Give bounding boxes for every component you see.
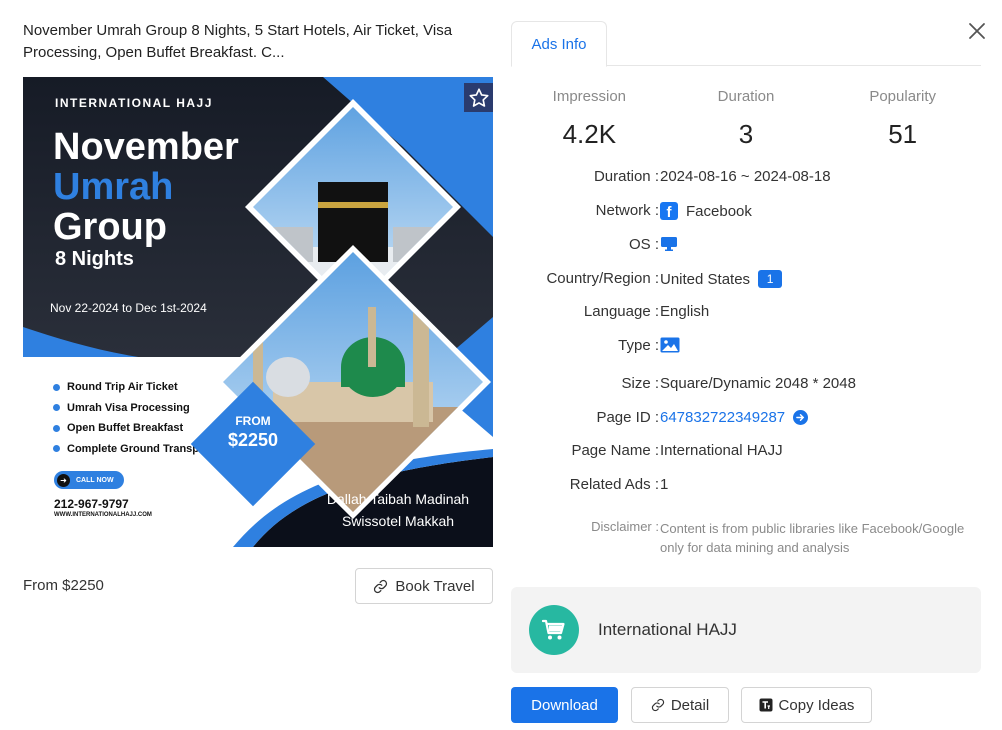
info-label: Duration : bbox=[593, 168, 659, 185]
info-label: Page Name : bbox=[571, 442, 659, 459]
avatar bbox=[529, 605, 579, 655]
stat-label: Duration bbox=[717, 88, 775, 105]
stat-impression: Impression 4.2K bbox=[511, 88, 668, 150]
arrow-right-circle-icon[interactable] bbox=[793, 410, 809, 425]
info-label: Type : bbox=[618, 337, 659, 354]
info-label: Language : bbox=[583, 303, 659, 320]
bullet-dot-icon bbox=[53, 424, 60, 432]
info-value: International HAJJ bbox=[660, 442, 783, 459]
info-label: Related Ads : bbox=[569, 476, 659, 493]
creative-bullet: Round Trip Air Ticket bbox=[53, 377, 214, 398]
creative-hotel-1: Dallah Taibah Madinah bbox=[326, 491, 470, 507]
bullet-dot-icon bbox=[53, 383, 60, 391]
network-value: Facebook bbox=[686, 202, 752, 220]
detail-button[interactable]: Detail bbox=[631, 687, 729, 723]
stat-value: 4.2K bbox=[562, 119, 617, 149]
monitor-icon bbox=[661, 237, 677, 251]
disclaimer-text: Content is from public libraries like Fa… bbox=[660, 521, 965, 555]
advertiser-card[interactable]: International HAJJ bbox=[511, 587, 981, 673]
info-label: Network : bbox=[595, 202, 659, 219]
price-text: From $2250 bbox=[23, 577, 104, 594]
creative-bullet: Umrah Visa Processing bbox=[53, 398, 214, 419]
info-label: Size : bbox=[621, 375, 659, 392]
text-box-icon bbox=[759, 698, 773, 712]
tab-ads-info[interactable]: Ads Info bbox=[511, 21, 607, 67]
creative-headline-3: Group bbox=[53, 206, 167, 248]
stats-row: Impression 4.2K Duration 3 Popularity 51 bbox=[511, 88, 981, 150]
creative-hotel-2: Swissotel Makkah bbox=[341, 513, 455, 529]
info-label: OS : bbox=[628, 236, 659, 253]
arrow-right-icon: ➜ bbox=[57, 473, 70, 487]
stat-value: 51 bbox=[888, 119, 918, 149]
creative-from-price: $2250 bbox=[227, 430, 279, 450]
creative-from-label: FROM bbox=[235, 414, 271, 428]
creative-bullet-list: Round Trip Air Ticket Umrah Visa Process… bbox=[53, 377, 214, 459]
shopping-cart-icon bbox=[542, 619, 565, 640]
creative-website: WWW.INTERNATIONALHAJJ.COM bbox=[54, 512, 152, 518]
bullet-dot-icon bbox=[53, 404, 60, 412]
page-id-link[interactable]: 647832722349287 bbox=[660, 409, 785, 426]
creative-headline-1: November bbox=[53, 126, 239, 168]
stat-duration: Duration 3 bbox=[668, 88, 825, 150]
book-travel-button[interactable]: Book Travel bbox=[355, 568, 493, 604]
bullet-dot-icon bbox=[53, 445, 60, 453]
creative-headline-2: Umrah bbox=[53, 166, 174, 208]
link-icon bbox=[651, 698, 664, 712]
info-label: Country/Region : bbox=[546, 270, 659, 287]
image-icon bbox=[660, 337, 680, 353]
info-value: Square/Dynamic 2048 * 2048 bbox=[660, 375, 856, 392]
favorite-star-button[interactable] bbox=[464, 83, 493, 112]
info-value: 1 bbox=[660, 476, 669, 493]
link-icon bbox=[374, 579, 388, 593]
copy-ideas-button[interactable]: Copy Ideas bbox=[741, 687, 872, 723]
creative-call-now-pill: ➜ CALL NOW bbox=[54, 471, 124, 489]
creative-phone: 212-967-9797 bbox=[54, 497, 129, 511]
creative-headline-4: 8 Nights bbox=[55, 248, 134, 270]
ad-title: November Umrah Group 8 Nights, 5 Start H… bbox=[23, 22, 453, 61]
stat-popularity: Popularity 51 bbox=[824, 88, 981, 150]
creative-brand: INTERNATIONAL HAJJ bbox=[55, 96, 213, 110]
tab-bar: Ads Info bbox=[511, 20, 981, 67]
facebook-icon: f bbox=[660, 202, 678, 220]
close-icon bbox=[969, 23, 985, 39]
stat-label: Popularity bbox=[869, 88, 937, 105]
ad-creative-image[interactable]: INTERNATIONAL HAJJ November Umrah Group … bbox=[23, 77, 493, 547]
detail-label: Detail bbox=[670, 696, 710, 714]
creative-bullet: Open Buffet Breakfast bbox=[53, 418, 214, 439]
download-button[interactable]: Download bbox=[511, 687, 618, 723]
stat-label: Impression bbox=[552, 88, 627, 105]
creative-dates: Nov 22-2024 to Dec 1st-2024 bbox=[50, 301, 207, 315]
stat-value: 3 bbox=[738, 119, 754, 149]
country-count-badge[interactable]: 1 bbox=[758, 270, 783, 288]
info-value: English bbox=[660, 303, 710, 320]
info-label: Page ID : bbox=[596, 409, 659, 426]
star-icon bbox=[468, 87, 489, 107]
close-button[interactable] bbox=[966, 20, 988, 42]
advertiser-name: International HAJJ bbox=[598, 620, 737, 639]
creative-bullet: Complete Ground Transport bbox=[53, 439, 214, 460]
copy-ideas-label: Copy Ideas bbox=[778, 696, 855, 714]
book-travel-label: Book Travel bbox=[395, 577, 475, 595]
info-label: Disclaimer : bbox=[591, 519, 659, 534]
country-value: United States bbox=[660, 270, 751, 288]
info-value: 2024-08-16 ~ 2024-08-18 bbox=[660, 168, 831, 185]
